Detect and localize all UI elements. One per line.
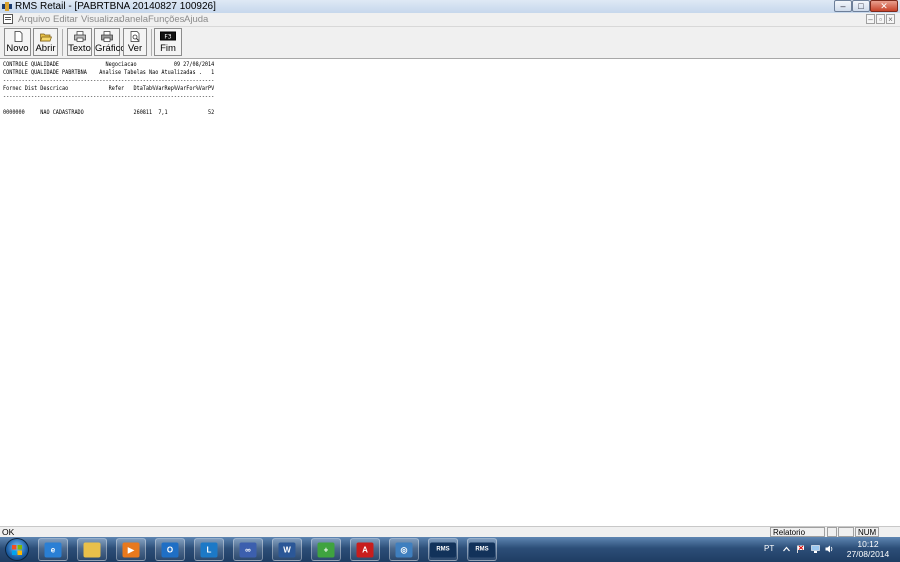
taskbar-infinity-app-button[interactable]: ∞ <box>233 538 263 561</box>
taskbar-rms-1-button[interactable]: RMS <box>428 538 458 561</box>
ver-button[interactable]: Ver <box>123 28 147 56</box>
fim-button[interactable]: F3 Fim <box>154 28 182 56</box>
status-panel-num: NUM <box>855 527 879 537</box>
title-bar: RMS Retail - [PABRTBNA 20140827 100926] … <box>0 0 900 14</box>
network-app-icon: ◎ <box>395 542 413 557</box>
taskbar-media-player-button[interactable]: ▶ <box>116 538 146 561</box>
mdi-restore-button[interactable]: ▫ <box>876 14 885 24</box>
acrobat-icon: A <box>356 542 374 557</box>
report-viewer[interactable]: CONTROLE QUALIDADE Negociacao 09 27/08/2… <box>0 59 900 526</box>
toolbar: Novo Abrir Texto Gráfico Ver F3 Fim <box>0 27 900 59</box>
taskbar: e ▶ O L ∞ W + A ◎ RMS RMS PT 10:12 27/08/2014 <box>0 537 900 562</box>
rms-2-icon: RMS <box>469 542 495 557</box>
novo-button[interactable]: Novo <box>4 28 31 56</box>
taskbar-acrobat-button[interactable]: A <box>350 538 380 561</box>
windows-logo-icon <box>12 545 22 555</box>
menu-visualizar[interactable]: Visualizar <box>81 13 122 26</box>
installer-icon: + <box>317 542 335 557</box>
toolbar-separator <box>62 29 63 56</box>
file-explorer-icon <box>83 542 101 557</box>
report-text: CONTROLE QUALIDADE Negociacao 09 27/08/2… <box>3 61 215 116</box>
taskbar-lync-button[interactable]: L <box>194 538 224 561</box>
printer-text-icon <box>73 31 86 42</box>
network-icon[interactable] <box>811 545 820 553</box>
volume-icon[interactable] <box>825 545 834 553</box>
menu-janela[interactable]: Janela <box>120 13 148 26</box>
clock-date: 27/08/2014 <box>846 549 890 559</box>
print-preview-icon <box>130 31 140 42</box>
novo-label: Novo <box>6 43 29 54</box>
texto-button[interactable]: Texto <box>67 28 92 56</box>
new-document-icon <box>14 31 22 42</box>
document-window-icon[interactable] <box>3 14 13 24</box>
lync-icon: L <box>200 542 218 557</box>
close-button[interactable]: ✕ <box>870 0 898 12</box>
taskbar-network-app-button[interactable]: ◎ <box>389 538 419 561</box>
taskbar-internet-explorer-button[interactable]: e <box>38 538 68 561</box>
svg-text:F3: F3 <box>164 34 171 41</box>
clock-time: 10:12 <box>857 539 879 549</box>
clock[interactable]: 10:12 27/08/2014 <box>846 539 890 559</box>
language-indicator[interactable]: PT <box>764 544 774 553</box>
taskbar-file-explorer-button[interactable] <box>77 538 107 561</box>
open-folder-icon <box>39 33 52 42</box>
printer-graphic-icon <box>101 31 113 42</box>
menu-ajuda[interactable]: Ajuda <box>184 13 208 26</box>
start-button[interactable] <box>5 538 29 561</box>
texto-label: Texto <box>68 43 91 54</box>
menu-funcoes[interactable]: Funções <box>148 13 184 26</box>
status-panel-relatorio: Relatorio <box>770 527 825 537</box>
outlook-icon: O <box>161 542 179 557</box>
status-panel-empty <box>838 527 854 537</box>
media-player-icon: ▶ <box>122 542 140 557</box>
grafico-button[interactable]: Gráfico <box>94 28 126 56</box>
taskbar-outlook-button[interactable]: O <box>155 538 185 561</box>
rms-1-icon: RMS <box>430 542 456 557</box>
action-center-flag-icon[interactable] <box>796 545 805 553</box>
menu-arquivo[interactable]: Arquivo <box>18 13 50 26</box>
abrir-label: Abrir <box>35 43 56 54</box>
f3-key-icon: F3 <box>160 31 176 41</box>
toolbar-separator <box>151 29 152 56</box>
show-hidden-icons-icon[interactable] <box>782 545 791 553</box>
taskbar-rms-2-button[interactable]: RMS <box>467 538 497 561</box>
grafico-label: Gráfico <box>95 43 126 54</box>
internet-explorer-icon: e <box>44 542 62 557</box>
minimize-button[interactable]: – <box>834 0 852 12</box>
status-panel-empty <box>827 527 837 537</box>
rms-app-icon <box>2 2 12 11</box>
word-icon: W <box>278 542 296 557</box>
infinity-app-icon: ∞ <box>239 542 257 557</box>
mdi-close-button[interactable]: × <box>886 14 895 24</box>
taskbar-word-button[interactable]: W <box>272 538 302 561</box>
menu-editar[interactable]: Editar <box>53 13 78 26</box>
menu-bar: Arquivo Editar Visualizar Janela Funções… <box>0 13 900 27</box>
ver-label: Ver <box>127 43 143 54</box>
window-title: RMS Retail - [PABRTBNA 20140827 100926] <box>15 1 216 12</box>
fim-label: Fim <box>160 43 176 54</box>
taskbar-installer-button[interactable]: + <box>311 538 341 561</box>
abrir-button[interactable]: Abrir <box>33 28 58 56</box>
maximize-button[interactable]: □ <box>852 0 870 12</box>
mdi-minimize-button[interactable]: – <box>866 14 875 24</box>
